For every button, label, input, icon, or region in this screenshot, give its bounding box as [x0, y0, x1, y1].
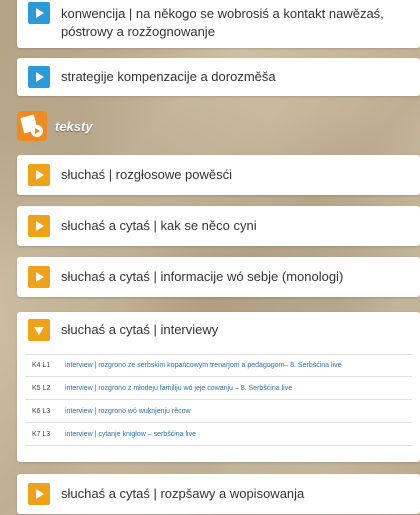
play-button[interactable] [28, 164, 50, 186]
accordion-label: słuchaś a cytaś | kak se něco cyni [61, 218, 257, 233]
section-title: teksty [55, 118, 93, 134]
lesson-code: K7 L3 [32, 430, 51, 438]
play-button[interactable] [28, 215, 50, 237]
accordion-label: słuchaś a cytaś | interviewy [61, 322, 219, 337]
list-item: K6 L3 interview | rozgrono wó wuknjenju … [25, 400, 412, 423]
section-header-teksty: teksty [17, 111, 93, 141]
play-icon [36, 221, 44, 231]
play-icon [36, 170, 44, 180]
play-icon [36, 272, 44, 282]
accordion-label: słuchaś a cytaś | rozpšawy a wopisowanja [61, 486, 305, 501]
accordion-item-interviewy-expanded: słuchaś a cytaś | interviewy K4 L1 inter… [17, 312, 420, 462]
accordion-item-strategije[interactable]: strategije kompenzacije a dorozměša [17, 58, 420, 96]
accordion-item-kak-se-neco-cyni[interactable]: słuchaś a cytaś | kak se něco cyni [17, 206, 420, 246]
list-item: K4 L1 interview | rozgrono ze serbskim k… [25, 354, 412, 377]
interview-link[interactable]: interview | cytanje knigłow – serbšćina … [65, 431, 196, 438]
accordion-label-line2: póstrowy a rozžognowanje [61, 24, 215, 39]
collapse-button[interactable] [28, 319, 50, 341]
interview-link[interactable]: interview | rozgrono ze serbskim kopańco… [65, 362, 342, 369]
accordion-label: słuchaś a cytaś | informacije wó sebje (… [61, 269, 344, 284]
text-audio-icon [17, 111, 47, 141]
interview-link[interactable]: interview | rozgrono z młodeju familiju … [65, 385, 292, 392]
accordion-label: konwencija | na někogo se wobrosiś a kon… [61, 6, 384, 21]
accordion-label: strategije kompenzacije a dorozměša [61, 69, 276, 84]
lesson-code: K5 L2 [32, 384, 51, 392]
accordion-item-rozglosowe[interactable]: słuchaś | rozgłosowe powěsći [17, 155, 420, 195]
accordion-header[interactable]: słuchaś a cytaś | interviewy [17, 312, 420, 348]
accordion-item-rozpsawy[interactable]: słuchaś a cytaś | rozpšawy a wopisowanja [17, 474, 420, 514]
play-icon [36, 8, 44, 18]
play-button[interactable] [28, 2, 50, 24]
interview-link[interactable]: interview | rozgrono wó wuknjenju rěcow [65, 408, 191, 415]
accordion-label: słuchaś | rozgłosowe powěsći [61, 167, 233, 182]
play-button[interactable] [28, 66, 50, 88]
play-icon [36, 72, 44, 82]
play-button[interactable] [28, 266, 50, 288]
list-item: K7 L3 interview | cytanje knigłow – serb… [25, 423, 412, 446]
lesson-code: K6 L3 [32, 407, 51, 415]
accordion-item-konwencija[interactable]: konwencija | na někogo se wobrosiś a kon… [17, 0, 420, 48]
chevron-down-icon [34, 327, 44, 335]
list-item: K5 L2 interview | rozgrono z młodeju fam… [25, 377, 412, 400]
lesson-code: K4 L1 [32, 362, 51, 369]
play-button[interactable] [28, 483, 50, 505]
interview-list: K4 L1 interview | rozgrono ze serbskim k… [25, 354, 412, 446]
accordion-item-informacije[interactable]: słuchaś a cytaś | informacije wó sebje (… [17, 257, 420, 297]
play-icon [36, 489, 44, 499]
